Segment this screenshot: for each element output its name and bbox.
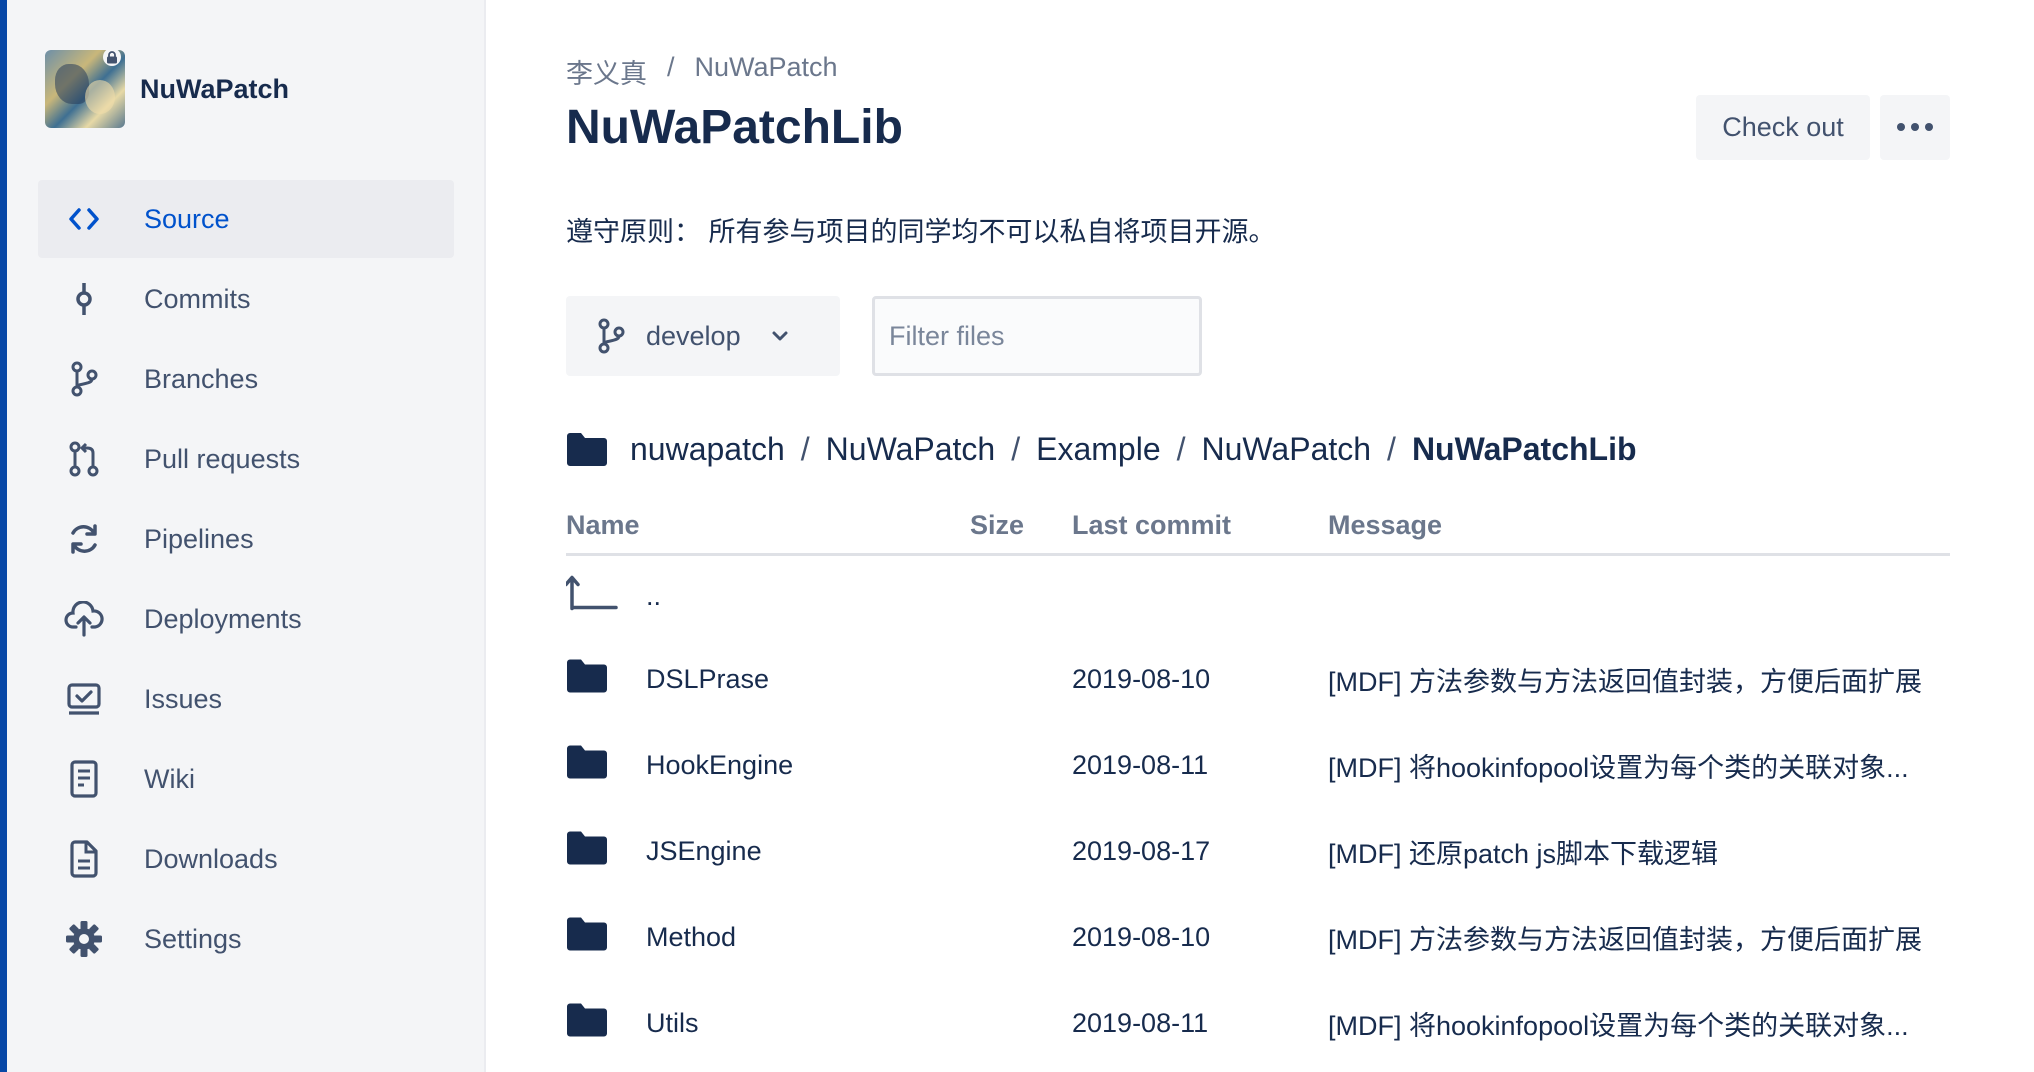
path-segment[interactable]: NuWaPatch — [1202, 431, 1372, 468]
table-row[interactable]: Utils 2019-08-11 [MDF] 将hookinfopool设置为每… — [566, 980, 1950, 1066]
pipelines-icon — [62, 517, 106, 561]
sidebar-item-settings[interactable]: Settings — [38, 900, 454, 978]
folder-name-link[interactable]: Utils — [646, 1008, 699, 1039]
sidebar-item-deployments[interactable]: Deployments — [38, 580, 454, 658]
folder-name-link[interactable]: DSLPrase — [646, 664, 769, 695]
breadcrumb-owner[interactable]: 李义真 — [566, 52, 647, 91]
more-actions-button[interactable] — [1880, 95, 1950, 160]
table-row[interactable]: JSEngine 2019-08-17 [MDF] 还原patch js脚本下载… — [566, 808, 1950, 894]
page-title: NuWaPatchLib — [566, 101, 903, 154]
pull-request-icon — [62, 437, 106, 481]
breadcrumb: 李义真 / NuWaPatch — [566, 52, 838, 91]
commit-message[interactable]: [MDF] 将hookinfopool设置为每个类的关联对象... — [1328, 1004, 1950, 1043]
issues-icon — [62, 677, 106, 721]
path-segment[interactable]: nuwapatch — [630, 431, 785, 468]
file-path-breadcrumb: nuwapatch / NuWaPatch / Example / NuWaPa… — [566, 424, 1637, 474]
sidebar-item-issues[interactable]: Issues — [38, 660, 454, 738]
lock-icon — [103, 48, 121, 66]
repo-header[interactable]: NuWaPatch — [45, 48, 289, 128]
path-separator: / — [800, 430, 810, 467]
last-commit-date: 2019-08-10 — [1072, 921, 1211, 952]
sidebar-item-label: Wiki — [144, 763, 195, 794]
parent-directory-row[interactable]: .. — [564, 556, 1950, 636]
folder-icon — [566, 830, 608, 873]
cloud-upload-icon — [62, 597, 106, 641]
chevron-down-icon — [771, 330, 789, 342]
sidebar-item-commits[interactable]: Commits — [38, 260, 454, 338]
column-header-message[interactable]: Message — [1328, 510, 1442, 541]
repo-description: 遵守原则： 所有参与项目的同学均不可以私自将项目开源。 — [566, 217, 1276, 247]
sidebar-item-label: Commits — [144, 283, 251, 314]
sidebar-item-label: Downloads — [144, 843, 278, 874]
path-segment[interactable]: NuWaPatch — [826, 431, 996, 468]
folder-icon — [566, 431, 608, 467]
path-separator: / — [1387, 430, 1396, 467]
sidebar-nav: Source Commits Branches Pull requests Pi… — [38, 180, 454, 980]
more-icon — [1896, 120, 1934, 135]
parent-directory-link[interactable]: .. — [646, 581, 661, 612]
folder-icon — [566, 658, 608, 701]
folder-icon — [566, 916, 608, 959]
folder-icon — [566, 744, 608, 787]
folder-icon — [566, 1002, 608, 1045]
last-commit-date: 2019-08-17 — [1072, 835, 1211, 866]
sidebar-item-label: Pull requests — [144, 443, 301, 474]
path-segment[interactable]: Example — [1036, 431, 1161, 468]
sidebar-item-branches[interactable]: Branches — [38, 340, 454, 418]
sidebar-item-label: Issues — [144, 683, 223, 714]
path-separator: / — [1011, 430, 1021, 467]
last-commit-date: 2019-08-11 — [1072, 1007, 1209, 1038]
branch-selector[interactable]: develop — [566, 296, 840, 376]
sidebar-item-wiki[interactable]: Wiki — [38, 740, 454, 818]
path-current: NuWaPatchLib — [1411, 430, 1637, 467]
source-code-icon — [62, 197, 106, 241]
table-header: Name Size Last commit Message — [566, 500, 1950, 556]
column-header-last-commit[interactable]: Last commit — [1072, 510, 1231, 541]
branch-icon — [62, 357, 106, 401]
branch-name: develop — [646, 320, 741, 351]
sidebar-item-source[interactable]: Source — [38, 180, 454, 258]
commit-message[interactable]: [MDF] 方法参数与方法返回值封装，方便后面扩展 — [1328, 660, 1950, 699]
last-commit-date: 2019-08-10 — [1072, 663, 1211, 694]
breadcrumb-separator: / — [667, 52, 675, 82]
repo-name[interactable]: NuWaPatch — [140, 74, 289, 105]
sidebar-item-label: Source — [144, 203, 230, 234]
download-file-icon — [62, 837, 106, 881]
sidebar-item-label: Settings — [144, 923, 242, 954]
folder-name-link[interactable]: JSEngine — [646, 836, 762, 867]
table-row[interactable]: DSLPrase 2019-08-10 [MDF] 方法参数与方法返回值封装，方… — [566, 636, 1950, 722]
commit-icon — [62, 277, 106, 321]
sidebar-item-label: Pipelines — [144, 523, 254, 554]
gear-icon — [62, 917, 106, 961]
last-commit-date: 2019-08-11 — [1072, 749, 1209, 780]
table-row[interactable]: HookEngine 2019-08-11 [MDF] 将hookinfopoo… — [566, 722, 1950, 808]
wiki-page-icon — [62, 757, 106, 801]
column-header-size[interactable]: Size — [970, 510, 1024, 541]
folder-name-link[interactable]: HookEngine — [646, 750, 793, 781]
sidebar-item-pull-requests[interactable]: Pull requests — [38, 420, 454, 498]
sidebar-item-label: Branches — [144, 363, 259, 394]
sidebar-item-pipelines[interactable]: Pipelines — [38, 500, 454, 578]
sidebar-item-downloads[interactable]: Downloads — [38, 820, 454, 898]
commit-message[interactable]: [MDF] 还原patch js脚本下载逻辑 — [1328, 832, 1950, 871]
path-separator: / — [1176, 430, 1186, 467]
filter-files-input[interactable] — [872, 296, 1202, 376]
folder-name-link[interactable]: Method — [646, 922, 736, 953]
sidebar: NuWaPatch Source Commits Branches Pull r… — [7, 0, 486, 1072]
table-row[interactable]: Method 2019-08-10 [MDF] 方法参数与方法返回值封装，方便后… — [566, 894, 1950, 980]
file-table: Name Size Last commit Message .. DSLPras… — [564, 500, 1950, 1066]
left-edge-bar — [0, 0, 7, 1072]
repo-avatar — [45, 48, 125, 128]
breadcrumb-repo[interactable]: NuWaPatch — [695, 52, 838, 91]
commit-message[interactable]: [MDF] 方法参数与方法返回值封装，方便后面扩展 — [1328, 918, 1950, 957]
column-header-name[interactable]: Name — [566, 510, 640, 541]
branch-icon — [596, 318, 626, 354]
commit-message[interactable]: [MDF] 将hookinfopool设置为每个类的关联对象... — [1328, 746, 1950, 785]
check-out-button[interactable]: Check out — [1696, 95, 1870, 160]
sidebar-item-label: Deployments — [144, 603, 302, 634]
parent-directory-icon — [564, 573, 618, 620]
